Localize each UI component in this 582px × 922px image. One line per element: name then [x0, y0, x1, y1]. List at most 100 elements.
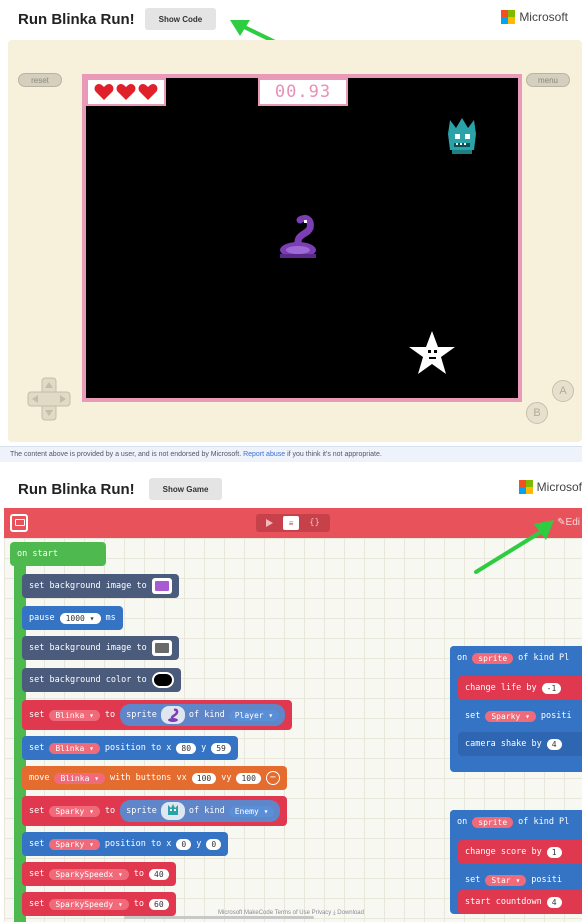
- play-icon[interactable]: [266, 519, 274, 527]
- editor-footer: Microsoft MakeCode Terms of Use Privacy …: [218, 910, 364, 916]
- report-abuse-link[interactable]: Report abuse: [243, 451, 285, 458]
- block-label: set: [29, 839, 45, 849]
- sprite-param[interactable]: sprite: [472, 652, 514, 664]
- set-star-position-block[interactable]: set Star ▾ positi: [458, 868, 582, 892]
- editor-mode-toggle: ≡ {}: [256, 514, 330, 532]
- vy-value-input[interactable]: 100: [236, 772, 261, 784]
- variable-dropdown[interactable]: SparkySpeedx ▾: [49, 868, 129, 880]
- pause-block[interactable]: pause 1000 ▾ ms: [22, 606, 123, 630]
- block-label: positi: [531, 875, 562, 885]
- edit-button[interactable]: ✎Edi: [557, 517, 580, 528]
- page-title: Run Blinka Run!: [18, 480, 135, 498]
- set-blinka-sprite-block[interactable]: set Blinka ▾ to sprite of kind Player ▾: [22, 700, 293, 730]
- block-label: vy: [221, 773, 232, 783]
- star-sprite-icon: [409, 331, 455, 374]
- y-value-input[interactable]: 59: [211, 742, 231, 754]
- on-overlap-player-container[interactable]: on sprite of kind Pl change life by -1 s…: [450, 646, 582, 772]
- microsoft-logo-text: Microsof: [536, 480, 582, 494]
- y-value-input[interactable]: 0: [206, 838, 222, 850]
- variable-dropdown[interactable]: Blinka ▾: [49, 742, 100, 754]
- game-view-panel: Run Blinka Run! Show Code Microsoft rese…: [0, 0, 582, 462]
- a-button[interactable]: A: [552, 380, 574, 402]
- block-label: Pl: [558, 653, 570, 663]
- countdown-value-input[interactable]: 4: [546, 896, 562, 908]
- makecode-editor: ≡ {} ✎Edi on start set background image …: [4, 508, 582, 922]
- life-value-input[interactable]: -1: [541, 682, 562, 694]
- show-game-button[interactable]: Show Game: [148, 478, 223, 500]
- block-label: on: [457, 653, 468, 663]
- microsoft-logo-icon: [518, 480, 533, 494]
- on-sprite-overlap-block[interactable]: on sprite of kind Pl: [450, 646, 582, 670]
- block-label: to: [133, 869, 145, 879]
- menu-button[interactable]: menu: [526, 73, 570, 87]
- javascript-mode-button[interactable]: {}: [309, 518, 320, 528]
- variable-dropdown[interactable]: SparkySpeedy ▾: [49, 898, 129, 910]
- sprite-param[interactable]: sprite: [472, 816, 514, 828]
- x-value-input[interactable]: 80: [176, 742, 197, 754]
- variable-dropdown[interactable]: Blinka ▾: [49, 709, 100, 721]
- blinka-thumbnail-icon[interactable]: [160, 706, 185, 724]
- block-label: set: [29, 743, 45, 753]
- image-thumbnail[interactable]: [151, 578, 172, 594]
- shake-value-input[interactable]: 4: [546, 738, 562, 750]
- pause-value-dropdown[interactable]: 1000 ▾: [59, 612, 101, 624]
- vx-value-input[interactable]: 100: [191, 772, 217, 784]
- disclaimer-tail: if you think it's not appropriate.: [287, 451, 382, 458]
- block-label: position to x: [104, 743, 172, 753]
- change-score-block[interactable]: change score by 1: [458, 840, 582, 864]
- block-label: start countdown: [465, 897, 542, 907]
- variable-dropdown[interactable]: Blinka ▾: [54, 772, 106, 784]
- variable-dropdown[interactable]: Star ▾: [485, 874, 527, 886]
- reset-button[interactable]: reset: [18, 73, 62, 87]
- set-bg-image-block[interactable]: set background image to: [22, 636, 179, 660]
- set-sparky-sprite-block[interactable]: set Sparky ▾ to sprite of kind Enemy ▾: [22, 796, 288, 826]
- sparky-thumbnail-icon[interactable]: [160, 802, 185, 820]
- image-thumbnail[interactable]: [151, 640, 172, 656]
- color-swatch[interactable]: [151, 672, 174, 688]
- blocks-workspace[interactable]: on start set background image to pause 1…: [4, 538, 582, 922]
- show-code-button[interactable]: Show Code: [144, 8, 217, 30]
- set-bg-image-block[interactable]: set background image to: [22, 574, 179, 598]
- b-button[interactable]: B: [526, 402, 548, 424]
- block-label: on: [457, 817, 468, 827]
- block-label: change life by: [465, 683, 537, 693]
- block-label: y: [196, 839, 202, 849]
- speedx-value-input[interactable]: 40: [149, 868, 169, 880]
- microsoft-logo-icon: [501, 10, 516, 24]
- on-overlap-star-container[interactable]: on sprite of kind Pl change score by 1 s…: [450, 810, 582, 914]
- microsoft-logo-text: Microsoft: [519, 10, 568, 24]
- set-sparkyspeedx-block[interactable]: set SparkySpeedx ▾ to 40: [22, 862, 176, 886]
- camera-shake-block[interactable]: camera shake by 4: [458, 732, 582, 756]
- makecode-logo-icon[interactable]: [10, 514, 28, 532]
- blinka-player-sprite-icon: [280, 214, 316, 258]
- block-label: of kind: [188, 806, 225, 816]
- score-value-input[interactable]: 1: [546, 846, 562, 858]
- dpad-control-icon[interactable]: [26, 376, 72, 422]
- kind-dropdown[interactable]: Player ▾: [228, 709, 280, 721]
- on-sprite-overlap-block[interactable]: on sprite of kind Pl: [450, 810, 582, 834]
- code-view-panel: Run Blinka Run! Show Game Microsof ≡ {} …: [0, 468, 582, 922]
- set-sparky-position-block[interactable]: set Sparky ▾ positi: [458, 704, 582, 728]
- set-sparky-position-block[interactable]: set Sparky ▾ position to x 0 y 0: [22, 832, 229, 856]
- variable-dropdown[interactable]: Sparky ▾: [485, 710, 536, 722]
- game-screen[interactable]: 00.93: [86, 78, 518, 398]
- block-label: of kind: [188, 710, 225, 720]
- move-with-buttons-block[interactable]: move Blinka ▾ with buttons vx 100 vy 100…: [22, 766, 287, 790]
- set-blinka-position-block[interactable]: set Blinka ▾ position to x 80 y 59: [22, 736, 238, 760]
- lives-display: [86, 78, 166, 106]
- variable-dropdown[interactable]: Sparky ▾: [49, 805, 100, 817]
- page-title: Run Blinka Run!: [18, 10, 135, 28]
- x-value-input[interactable]: 0: [176, 838, 192, 850]
- change-life-block[interactable]: change life by -1: [458, 676, 582, 700]
- collapse-minus-icon[interactable]: −: [265, 771, 280, 785]
- sprite-creator: sprite of kind Enemy ▾: [120, 800, 281, 822]
- kind-dropdown[interactable]: Enemy ▾: [228, 805, 275, 817]
- blocks-mode-button[interactable]: ≡: [283, 516, 300, 530]
- on-start-block[interactable]: on start: [10, 542, 106, 566]
- block-label: change score by: [465, 847, 542, 857]
- block-label: set: [29, 869, 45, 879]
- set-bg-color-block[interactable]: set background color to: [22, 668, 181, 692]
- variable-dropdown[interactable]: Sparky ▾: [49, 838, 100, 850]
- block-label: set: [29, 710, 45, 720]
- speedy-value-input[interactable]: 60: [149, 898, 169, 910]
